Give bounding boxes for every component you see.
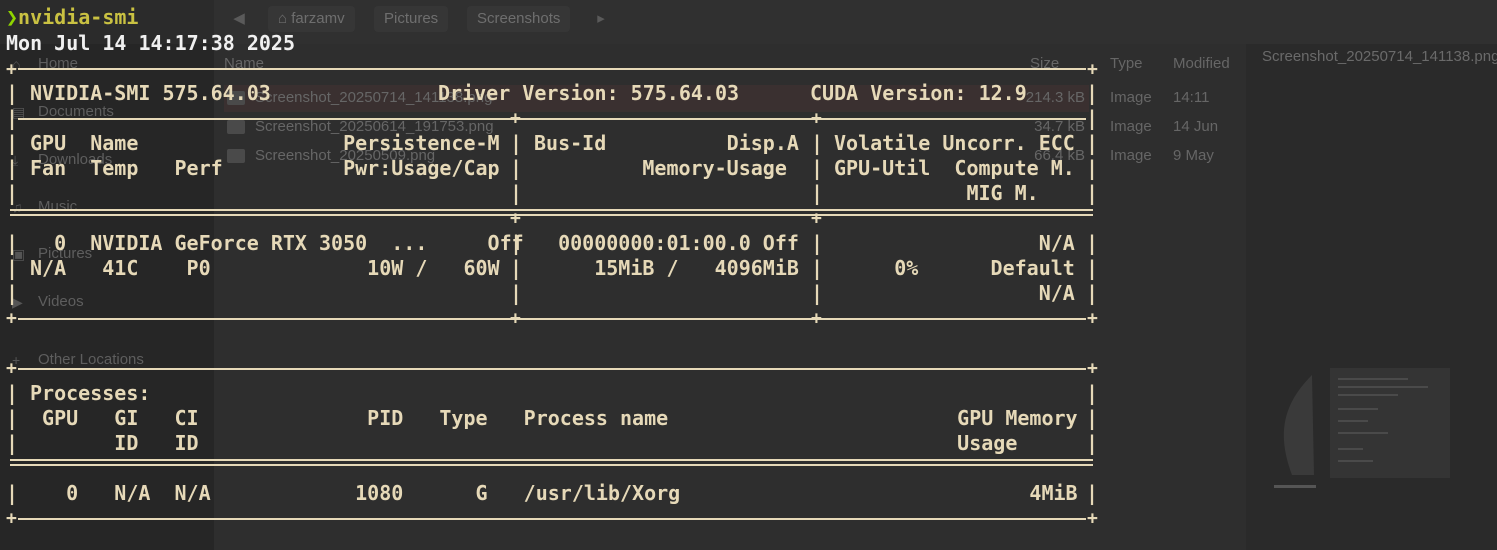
border-bar: | bbox=[6, 381, 19, 405]
gpu-header-col3-row1: Volatile Uncorr. ECC bbox=[834, 131, 1075, 155]
border-bar: | bbox=[811, 156, 824, 180]
table-junction: + bbox=[510, 308, 521, 329]
border-bar: | bbox=[6, 181, 19, 205]
processes-header-line2: ID ID Usage bbox=[30, 431, 1018, 455]
border-bar: | bbox=[510, 281, 523, 305]
table-corner: + bbox=[1087, 59, 1098, 80]
border-bar: | bbox=[510, 131, 523, 155]
border-bar: | bbox=[6, 231, 19, 255]
gpu-row-col2-line1: 00000000:01:00.0 Off bbox=[534, 231, 799, 255]
border-bar: | bbox=[510, 181, 523, 205]
smi-timestamp: Mon Jul 14 14:17:38 2025 bbox=[6, 31, 295, 55]
driver-version: Driver Version: 575.64.03 bbox=[438, 81, 740, 105]
gpu-header-col2-row1: Bus-Id Disp.A bbox=[534, 131, 799, 155]
gpu-header-col1-row2: Fan Temp Perf Pwr:Usage/Cap bbox=[30, 156, 500, 180]
border-bar: | bbox=[811, 256, 824, 280]
table-border bbox=[18, 368, 1086, 370]
table-corner: + bbox=[1087, 358, 1098, 379]
border-bar: | bbox=[811, 131, 824, 155]
border-bar: | bbox=[1086, 106, 1099, 130]
border-bar: | bbox=[1086, 181, 1099, 205]
border-bar: | bbox=[1086, 131, 1099, 155]
border-bar: | bbox=[510, 256, 523, 280]
border-bar: | bbox=[6, 131, 19, 155]
table-separator bbox=[18, 118, 1086, 120]
border-bar: | bbox=[1086, 406, 1099, 430]
border-bar: | bbox=[6, 406, 19, 430]
border-bar: | bbox=[1086, 481, 1099, 505]
table-border bbox=[18, 318, 1086, 320]
border-bar: | bbox=[6, 156, 19, 180]
table-junction: + bbox=[811, 208, 822, 229]
border-bar: | bbox=[6, 281, 19, 305]
terminal-output: ❯nvidia-smi Mon Jul 14 14:17:38 2025 + +… bbox=[0, 0, 1497, 550]
table-corner: + bbox=[1087, 508, 1098, 529]
border-bar: | bbox=[510, 156, 523, 180]
table-double-separator bbox=[10, 214, 1093, 216]
table-corner: + bbox=[6, 358, 17, 379]
gpu-header-col3-row3: MIG M. bbox=[834, 181, 1039, 205]
table-corner: + bbox=[6, 59, 17, 80]
border-bar: | bbox=[1086, 281, 1099, 305]
gpu-row-col2-line2: 15MiB / 4096MiB bbox=[534, 256, 799, 280]
border-bar: | bbox=[6, 431, 19, 455]
border-bar: | bbox=[6, 81, 19, 105]
border-bar: | bbox=[1086, 156, 1099, 180]
border-bar: | bbox=[1086, 431, 1099, 455]
border-bar: | bbox=[1086, 381, 1099, 405]
gpu-header-col2-row2: Memory-Usage bbox=[534, 156, 787, 180]
processes-title: Processes: bbox=[30, 381, 151, 405]
table-border bbox=[18, 68, 1086, 70]
process-row: 0 N/A N/A 1080 G /usr/lib/Xorg 4MiB bbox=[30, 481, 1078, 505]
border-bar: | bbox=[6, 256, 19, 280]
border-bar: | bbox=[6, 481, 19, 505]
gpu-row-col3-line2: 0% Default bbox=[834, 256, 1075, 280]
table-corner: + bbox=[6, 508, 17, 529]
border-bar: | bbox=[1086, 231, 1099, 255]
gpu-header-col1-row1: GPU Name Persistence-M bbox=[30, 131, 500, 155]
table-double-separator bbox=[10, 459, 1093, 461]
border-bar: | bbox=[811, 281, 824, 305]
table-junction: + bbox=[811, 308, 822, 329]
table-corner: + bbox=[1087, 308, 1098, 329]
table-junction: + bbox=[510, 208, 521, 229]
prompt-chevron-icon: ❯ bbox=[6, 5, 19, 29]
border-bar: | bbox=[811, 231, 824, 255]
gpu-header-col3-row2: GPU-Util Compute M. bbox=[834, 156, 1075, 180]
gpu-row-col3-line1: N/A bbox=[834, 231, 1075, 255]
border-bar: | bbox=[510, 231, 523, 255]
table-border bbox=[18, 518, 1086, 520]
border-bar: | bbox=[1086, 256, 1099, 280]
table-double-separator bbox=[10, 464, 1093, 466]
table-corner: + bbox=[6, 308, 17, 329]
border-bar: | bbox=[1086, 81, 1099, 105]
gpu-row-col3-line3: N/A bbox=[834, 281, 1075, 305]
table-junction: + bbox=[510, 108, 521, 129]
prompt-line: ❯nvidia-smi bbox=[6, 5, 138, 30]
prompt-command: nvidia-smi bbox=[18, 5, 139, 29]
border-bar: | bbox=[6, 106, 19, 130]
border-bar: | bbox=[811, 181, 824, 205]
cuda-version: CUDA Version: 12.9 bbox=[810, 81, 1027, 105]
table-junction: + bbox=[811, 108, 822, 129]
gpu-row-col1-line1: 0 NVIDIA GeForce RTX 3050 ... Off bbox=[30, 231, 524, 255]
processes-header-line1: GPU GI CI PID Type Process name GPU Memo… bbox=[30, 406, 1078, 430]
gpu-row-col1-line2: N/A 41C P0 10W / 60W bbox=[30, 256, 500, 280]
table-double-separator bbox=[10, 209, 1093, 211]
smi-version: NVIDIA-SMI 575.64.03 bbox=[30, 81, 271, 105]
